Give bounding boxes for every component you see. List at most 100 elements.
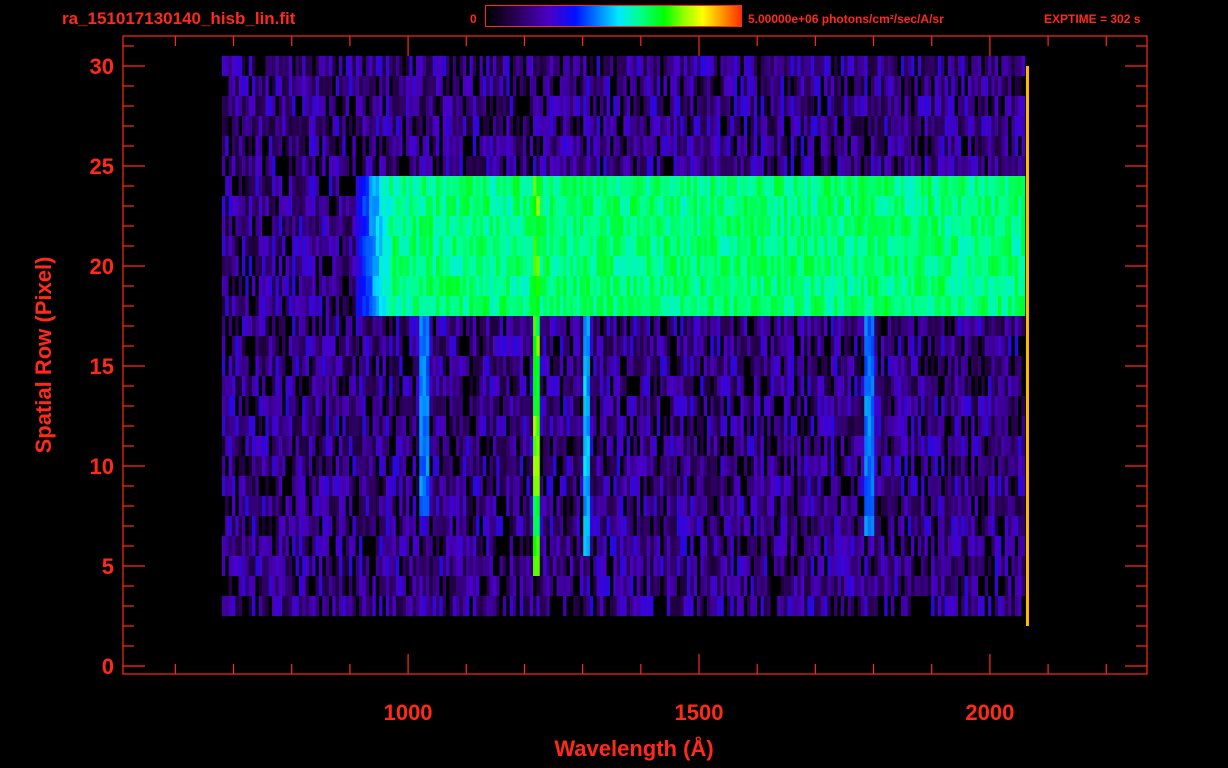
heatmap-cell bbox=[546, 356, 551, 376]
heatmap-cell bbox=[389, 276, 393, 296]
heatmap-cell bbox=[757, 396, 761, 416]
heatmap-cell bbox=[676, 556, 681, 576]
heatmap-cell bbox=[911, 416, 915, 436]
heatmap-cell bbox=[854, 576, 858, 596]
heatmap-cell bbox=[703, 416, 708, 436]
heatmap-cell bbox=[994, 256, 999, 276]
heatmap-cell bbox=[867, 296, 872, 316]
heatmap-cell bbox=[375, 436, 380, 456]
heatmap-cell bbox=[790, 196, 795, 216]
heatmap-cell bbox=[332, 316, 337, 336]
heatmap-cell bbox=[717, 596, 721, 616]
heatmap-cell bbox=[492, 556, 497, 576]
heatmap-cell bbox=[576, 256, 581, 276]
heatmap-cell bbox=[328, 416, 333, 436]
heatmap-cell bbox=[305, 376, 310, 396]
heatmap-cell bbox=[640, 456, 644, 476]
heatmap-cell bbox=[586, 396, 591, 416]
heatmap-cell bbox=[556, 516, 561, 536]
heatmap-cell bbox=[352, 496, 357, 516]
heatmap-cell bbox=[231, 276, 236, 296]
heatmap-cell bbox=[459, 596, 464, 616]
heatmap-cell bbox=[429, 556, 434, 576]
heatmap-cell bbox=[817, 396, 822, 416]
heatmap-cell bbox=[870, 256, 875, 276]
heatmap-cell bbox=[533, 336, 537, 356]
heatmap-cell bbox=[258, 256, 263, 276]
heatmap-cell bbox=[566, 356, 571, 376]
heatmap-cell bbox=[663, 196, 668, 216]
heatmap-cell bbox=[840, 396, 845, 416]
heatmap-cell bbox=[891, 316, 895, 336]
heatmap-cell bbox=[395, 536, 400, 556]
heatmap-cell bbox=[954, 516, 959, 536]
heatmap-cell bbox=[891, 576, 895, 596]
heatmap-cell bbox=[576, 316, 581, 336]
heatmap-cell bbox=[626, 496, 631, 516]
heatmap-cell bbox=[857, 376, 862, 396]
heatmap-cell bbox=[717, 556, 721, 576]
heatmap-cell bbox=[589, 576, 594, 596]
heatmap-cell bbox=[894, 436, 899, 456]
heatmap-cell bbox=[569, 196, 574, 216]
heatmap-cell bbox=[626, 416, 631, 436]
heatmap-cell bbox=[509, 416, 514, 436]
heatmap-cell bbox=[573, 296, 577, 316]
heatmap-cell bbox=[302, 516, 306, 536]
heatmap-cell bbox=[770, 556, 775, 576]
heatmap-cell bbox=[482, 376, 487, 396]
heatmap-cell bbox=[599, 516, 604, 536]
heatmap-cell bbox=[252, 316, 256, 336]
heatmap-cell bbox=[235, 556, 240, 576]
heatmap-cell bbox=[777, 396, 781, 416]
heatmap-cell bbox=[241, 296, 246, 316]
heatmap-cell bbox=[241, 276, 246, 296]
heatmap-cell bbox=[606, 196, 611, 216]
heatmap-cell bbox=[998, 236, 1002, 256]
heatmap-cell bbox=[988, 436, 992, 456]
heatmap-cell bbox=[860, 576, 865, 596]
heatmap-cell bbox=[302, 596, 306, 616]
heatmap-cell bbox=[643, 336, 648, 356]
heatmap-cell bbox=[767, 316, 771, 336]
heatmap-cell bbox=[777, 496, 781, 516]
heatmap-cell bbox=[931, 376, 935, 396]
heatmap-cell bbox=[787, 476, 792, 496]
heatmap-cell bbox=[1004, 336, 1009, 356]
heatmap-cell bbox=[533, 476, 537, 496]
heatmap-cell bbox=[917, 336, 922, 356]
heatmap-cell bbox=[265, 416, 270, 436]
heatmap-cell bbox=[854, 556, 858, 576]
heatmap-cell bbox=[248, 316, 253, 336]
heatmap-cell bbox=[703, 296, 708, 316]
heatmap-cell bbox=[603, 416, 608, 436]
heatmap-cell bbox=[523, 376, 527, 396]
heatmap-cell bbox=[295, 456, 300, 476]
heatmap-cell bbox=[526, 496, 531, 516]
heatmap-cell bbox=[486, 576, 490, 596]
heatmap-cell bbox=[559, 276, 564, 296]
heatmap-cell bbox=[710, 596, 715, 616]
heatmap-cell bbox=[442, 356, 447, 376]
heatmap-cell bbox=[332, 456, 337, 476]
heatmap-cell bbox=[369, 276, 373, 296]
heatmap-cell bbox=[941, 256, 945, 276]
heatmap-cell bbox=[944, 516, 949, 536]
heatmap-cell bbox=[442, 576, 447, 596]
heatmap-cell bbox=[285, 536, 290, 556]
heatmap-cell bbox=[593, 196, 597, 216]
heatmap-cell bbox=[439, 596, 444, 616]
heatmap-cell bbox=[345, 416, 350, 436]
heatmap-cell bbox=[516, 216, 521, 236]
heatmap-cell bbox=[867, 376, 872, 396]
heatmap-cell bbox=[359, 216, 363, 236]
heatmap-cell bbox=[857, 396, 862, 416]
heatmap-cell bbox=[921, 496, 925, 516]
heatmap-cell bbox=[563, 336, 567, 356]
heatmap-cell bbox=[436, 276, 440, 296]
heatmap-cell bbox=[783, 296, 788, 316]
heatmap-cell bbox=[452, 556, 457, 576]
heatmap-cell bbox=[235, 216, 240, 236]
heatmap-cell bbox=[516, 276, 521, 296]
heatmap-cell bbox=[897, 416, 902, 436]
